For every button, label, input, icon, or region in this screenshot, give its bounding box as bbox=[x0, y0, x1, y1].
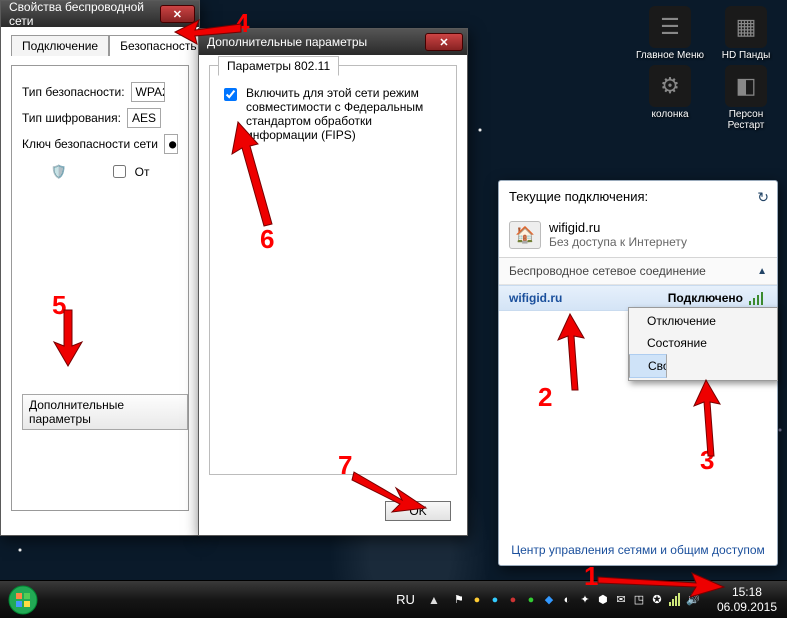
close-icon[interactable]: ✕ bbox=[160, 5, 195, 23]
signal-bars-icon bbox=[749, 291, 767, 305]
security-type-select[interactable]: WPA2 bbox=[131, 82, 165, 102]
volume-tray-icon[interactable]: 🔊 bbox=[685, 592, 701, 608]
tray-icon[interactable]: ◆ bbox=[541, 592, 557, 608]
generic-icon: ◧ bbox=[725, 65, 767, 107]
network-center-link[interactable]: Центр управления сетями и общим доступом bbox=[499, 543, 777, 557]
shortcut[interactable]: ⚙ колонка bbox=[635, 65, 705, 131]
shortcut[interactable]: ☰ Главное Меню bbox=[635, 6, 705, 61]
show-chars-checkbox[interactable] bbox=[113, 165, 126, 178]
wireless-properties-window: Свойства беспроводной сети ✕ Подключение… bbox=[0, 0, 200, 536]
security-key-input[interactable]: ●●●● bbox=[164, 134, 178, 154]
shortcut-label: колонка bbox=[651, 109, 688, 120]
chevron-up-icon[interactable]: ▲ bbox=[757, 266, 767, 277]
clock-time: 15:18 bbox=[717, 585, 777, 599]
ok-button[interactable]: OK bbox=[385, 501, 451, 521]
wireless-section-label: Беспроводное сетевое соединение bbox=[509, 264, 706, 278]
advanced-settings-button[interactable]: Дополнительные параметры bbox=[22, 394, 188, 430]
show-chars-label-trunc: От bbox=[135, 165, 150, 179]
refresh-icon[interactable]: ↻ bbox=[757, 189, 769, 206]
tray-icon[interactable]: ◐ bbox=[559, 592, 575, 608]
clock-date: 06.09.2015 bbox=[717, 600, 777, 614]
tray-icon[interactable]: ● bbox=[487, 592, 503, 608]
tray-icon[interactable]: ⚑ bbox=[451, 592, 467, 608]
network-context-menu: Отключение Состояние Свойства bbox=[628, 307, 778, 381]
advanced-settings-window: Дополнительные параметры ✕ Параметры 802… bbox=[198, 28, 468, 536]
shortcut-label: HD Панды bbox=[722, 50, 771, 61]
tray-clock[interactable]: 15:18 06.09.2015 bbox=[707, 585, 787, 614]
generic-icon: ☰ bbox=[649, 6, 691, 48]
start-orb[interactable] bbox=[0, 585, 46, 615]
menu-properties[interactable]: Свойства bbox=[629, 354, 667, 378]
generic-icon: ▦ bbox=[725, 6, 767, 48]
tray-chevron-icon[interactable]: ▲ bbox=[423, 593, 445, 607]
window-title: Дополнительные параметры bbox=[207, 35, 367, 49]
wifi-tray-icon[interactable] bbox=[667, 592, 683, 608]
menu-disconnect[interactable]: Отключение bbox=[629, 310, 777, 332]
window-title: Свойства беспроводной сети bbox=[9, 0, 160, 28]
language-indicator[interactable]: RU bbox=[388, 592, 423, 607]
shortcut[interactable]: ▦ HD Панды bbox=[711, 6, 781, 61]
encryption-type-select[interactable]: AES bbox=[127, 108, 161, 128]
desktop-shortcuts: ☰ Главное Меню ▦ HD Панды ⚙ колонка ◧Персон… bbox=[635, 6, 781, 131]
tab-security[interactable]: Безопасность bbox=[109, 35, 208, 56]
tray-icon[interactable]: ◳ bbox=[631, 592, 647, 608]
titlebar[interactable]: Дополнительные параметры ✕ bbox=[199, 29, 467, 55]
label-security-type: Тип безопасности: bbox=[22, 85, 125, 99]
tray-icon[interactable]: ● bbox=[469, 592, 485, 608]
taskbar: RU ▲ ⚑ ● ● ● ● ◆ ◐ ✦ ⬢ ✉ ◳ ✪ 🔊 15:18 06.… bbox=[0, 580, 787, 618]
label-security-key: Ключ безопасности сети bbox=[22, 137, 158, 151]
titlebar[interactable]: Свойства беспроводной сети ✕ bbox=[1, 1, 199, 27]
network-state: Подключено bbox=[668, 291, 743, 305]
network-home-icon: 🏠 bbox=[509, 221, 541, 249]
tray-icon[interactable]: ✦ bbox=[577, 592, 593, 608]
tray-icon[interactable]: ⬢ bbox=[595, 592, 611, 608]
tab-connection[interactable]: Подключение bbox=[11, 35, 109, 56]
fips-label: Включить для этой сети режим совместимос… bbox=[246, 86, 446, 142]
shortcut[interactable]: ◧Персон Рестарт bbox=[711, 65, 781, 131]
flyout-heading: Текущие подключения: bbox=[509, 189, 648, 204]
shortcut-label: Персон Рестарт bbox=[711, 109, 781, 131]
tray-icon[interactable]: ✪ bbox=[649, 592, 665, 608]
tray-icon[interactable]: ● bbox=[523, 592, 539, 608]
tray-icon[interactable]: ● bbox=[505, 592, 521, 608]
fips-checkbox[interactable] bbox=[224, 88, 237, 101]
close-icon[interactable]: ✕ bbox=[425, 33, 463, 51]
network-ssid: wifigid.ru bbox=[509, 291, 562, 305]
shortcut-label: Главное Меню bbox=[636, 50, 704, 61]
shield-icon: 🛡️ bbox=[50, 164, 66, 180]
generic-icon: ⚙ bbox=[649, 65, 691, 107]
label-encryption-type: Тип шифрования: bbox=[22, 111, 121, 125]
menu-state[interactable]: Состояние bbox=[629, 332, 777, 354]
tab-80211[interactable]: Параметры 802.11 bbox=[218, 56, 339, 76]
tray-icon[interactable]: ✉ bbox=[613, 592, 629, 608]
current-ssid: wifigid.ru bbox=[549, 220, 687, 235]
current-status: Без доступа к Интернету bbox=[549, 235, 687, 249]
